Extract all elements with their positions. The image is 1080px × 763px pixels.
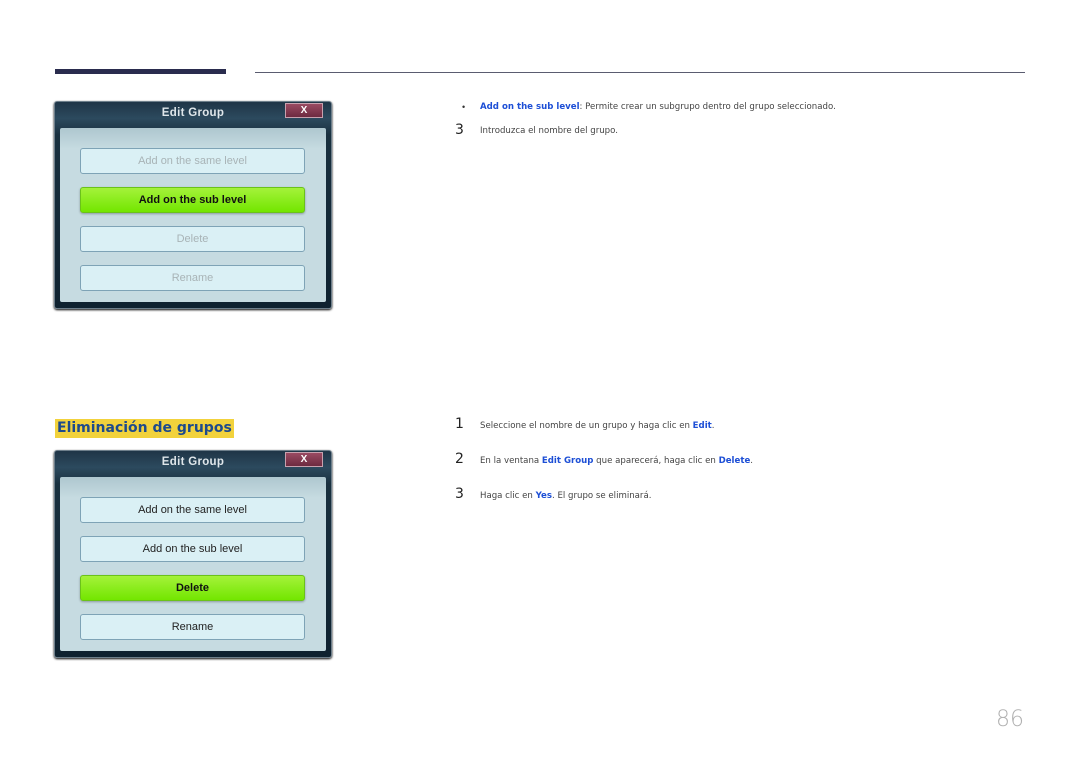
delete-button[interactable]: Delete bbox=[80, 575, 305, 601]
close-icon[interactable]: X bbox=[285, 452, 323, 467]
term-yes: Yes bbox=[535, 491, 552, 501]
section-title: Eliminación de grupos bbox=[55, 419, 234, 438]
bullet-description: : Permite crear un subgrupo dentro del g… bbox=[579, 102, 836, 112]
add-sub-level-button[interactable]: Add on the sub level bbox=[80, 536, 305, 562]
add-same-level-button[interactable]: Add on the same level bbox=[80, 148, 305, 174]
step-text-part: En la ventana bbox=[480, 456, 542, 466]
header-rule bbox=[255, 72, 1025, 73]
term-edit-group: Edit Group bbox=[541, 456, 594, 466]
step-text-part: . bbox=[750, 456, 754, 466]
rename-button[interactable]: Rename bbox=[80, 614, 305, 640]
header-accent-bar bbox=[55, 69, 226, 74]
term-edit: Edit bbox=[692, 421, 712, 431]
step-text: En la ventana Edit Group que aparecerá, … bbox=[480, 456, 753, 466]
dialog-body: Add on the same level Add on the sub lev… bbox=[60, 128, 326, 302]
delete-button[interactable]: Delete bbox=[80, 226, 305, 252]
add-sub-level-button[interactable]: Add on the sub level bbox=[80, 187, 305, 213]
bullet-icon: • bbox=[462, 102, 466, 112]
rename-button[interactable]: Rename bbox=[80, 265, 305, 291]
step-text-part: . El grupo se eliminará. bbox=[552, 491, 652, 501]
term-delete: Delete bbox=[718, 456, 751, 466]
edit-group-dialog-bottom: Edit Group X Add on the same level Add o… bbox=[54, 450, 332, 658]
step-text-part: Haga clic en bbox=[480, 491, 536, 501]
page-number: 86 bbox=[996, 707, 1024, 732]
step-text-part: que aparecerá, haga clic en bbox=[593, 456, 719, 466]
step-number: 2 bbox=[455, 451, 464, 467]
step-number: 3 bbox=[455, 486, 464, 502]
close-icon[interactable]: X bbox=[285, 103, 323, 118]
edit-group-dialog-top: Edit Group X Add on the same level Add o… bbox=[54, 101, 332, 309]
step-number: 1 bbox=[455, 416, 464, 432]
add-same-level-button[interactable]: Add on the same level bbox=[80, 497, 305, 523]
term-add-sub-level: Add on the sub level bbox=[480, 102, 580, 112]
dialog-body: Add on the same level Add on the sub lev… bbox=[60, 477, 326, 651]
step-text: Seleccione el nombre de un grupo y haga … bbox=[480, 421, 714, 431]
bullet-text: Add on the sub level: Permite crear un s… bbox=[480, 102, 836, 112]
step-text: Introduzca el nombre del grupo. bbox=[480, 126, 618, 136]
step-text-part: . bbox=[711, 421, 715, 431]
step-text: Haga clic en Yes. El grupo se eliminará. bbox=[480, 491, 651, 501]
step-number: 3 bbox=[455, 122, 464, 138]
step-text-part: Seleccione el nombre de un grupo y haga … bbox=[480, 421, 693, 431]
